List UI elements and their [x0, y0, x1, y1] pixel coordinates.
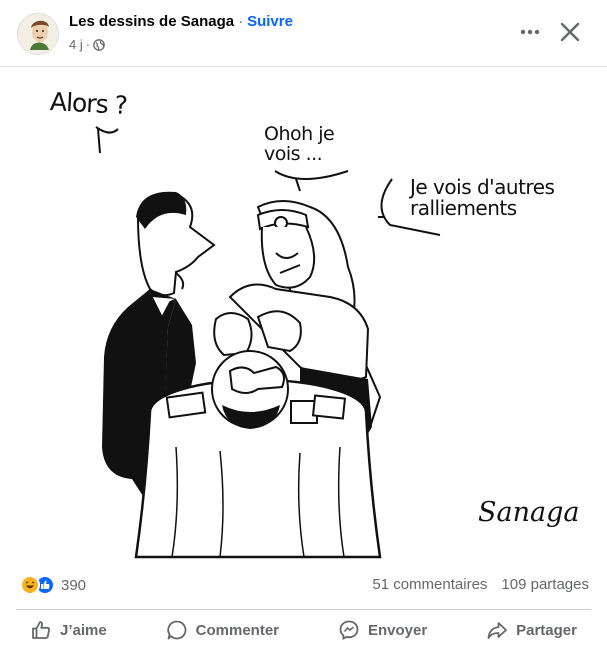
- send-label: Envoyer: [367, 621, 428, 639]
- share-button[interactable]: Partager: [472, 612, 591, 648]
- meta-dot: ·: [85, 37, 91, 52]
- reaction-count: 390: [61, 576, 87, 594]
- post-stats: 390 51 commentaires 109 partages: [0, 563, 607, 609]
- send-button[interactable]: Envoyer: [324, 612, 441, 648]
- post-meta: 4 j ·: [69, 37, 105, 52]
- more-options-icon: [520, 29, 540, 35]
- messenger-icon: [339, 620, 359, 640]
- comment-icon: [167, 620, 187, 640]
- comment-label: Commenter: [195, 621, 280, 639]
- haha-reaction-icon: [20, 575, 40, 595]
- post-actions: J’aime Commenter Envoyer Partager: [16, 612, 591, 648]
- close-button[interactable]: [556, 18, 584, 46]
- post-header: Les dessins de Sanaga · Suivre 4 j ·: [0, 0, 607, 66]
- share-label: Partager: [516, 621, 577, 639]
- thumbs-up-icon: [32, 621, 50, 639]
- speech-bubble-right: Je vois d'autres ralliements: [410, 175, 555, 220]
- speech-bubble-middle: Ohoh je vois ...: [264, 123, 335, 165]
- artist-signature: Sanaga: [478, 497, 580, 528]
- page-name-link[interactable]: Les dessins de Sanaga: [69, 13, 234, 30]
- page-avatar[interactable]: [17, 13, 59, 55]
- share-icon: [487, 622, 508, 639]
- speech-bubble-left: Alors ?: [49, 87, 128, 120]
- shares-count[interactable]: 109 partages: [501, 576, 589, 593]
- engagement-counts: 51 commentaires 109 partages: [372, 576, 589, 593]
- page-name-line: Les dessins de Sanaga · Suivre: [69, 13, 293, 30]
- name-separator: ·: [238, 13, 244, 30]
- reactions-summary[interactable]: 390: [20, 575, 86, 595]
- post-timestamp[interactable]: 4 j: [69, 37, 83, 52]
- close-icon: [560, 22, 580, 42]
- post-image[interactable]: Alors ? Ohoh je vois ... Je vois d'autre…: [0, 66, 607, 563]
- like-button[interactable]: J’aime: [16, 612, 121, 648]
- comment-button[interactable]: Commenter: [152, 612, 293, 648]
- more-options-button[interactable]: [516, 20, 544, 44]
- comments-count[interactable]: 51 commentaires: [372, 576, 487, 593]
- like-label: J’aime: [60, 621, 107, 639]
- stats-divider: [16, 609, 591, 610]
- follow-button[interactable]: Suivre: [247, 13, 293, 30]
- globe-icon: [93, 38, 105, 51]
